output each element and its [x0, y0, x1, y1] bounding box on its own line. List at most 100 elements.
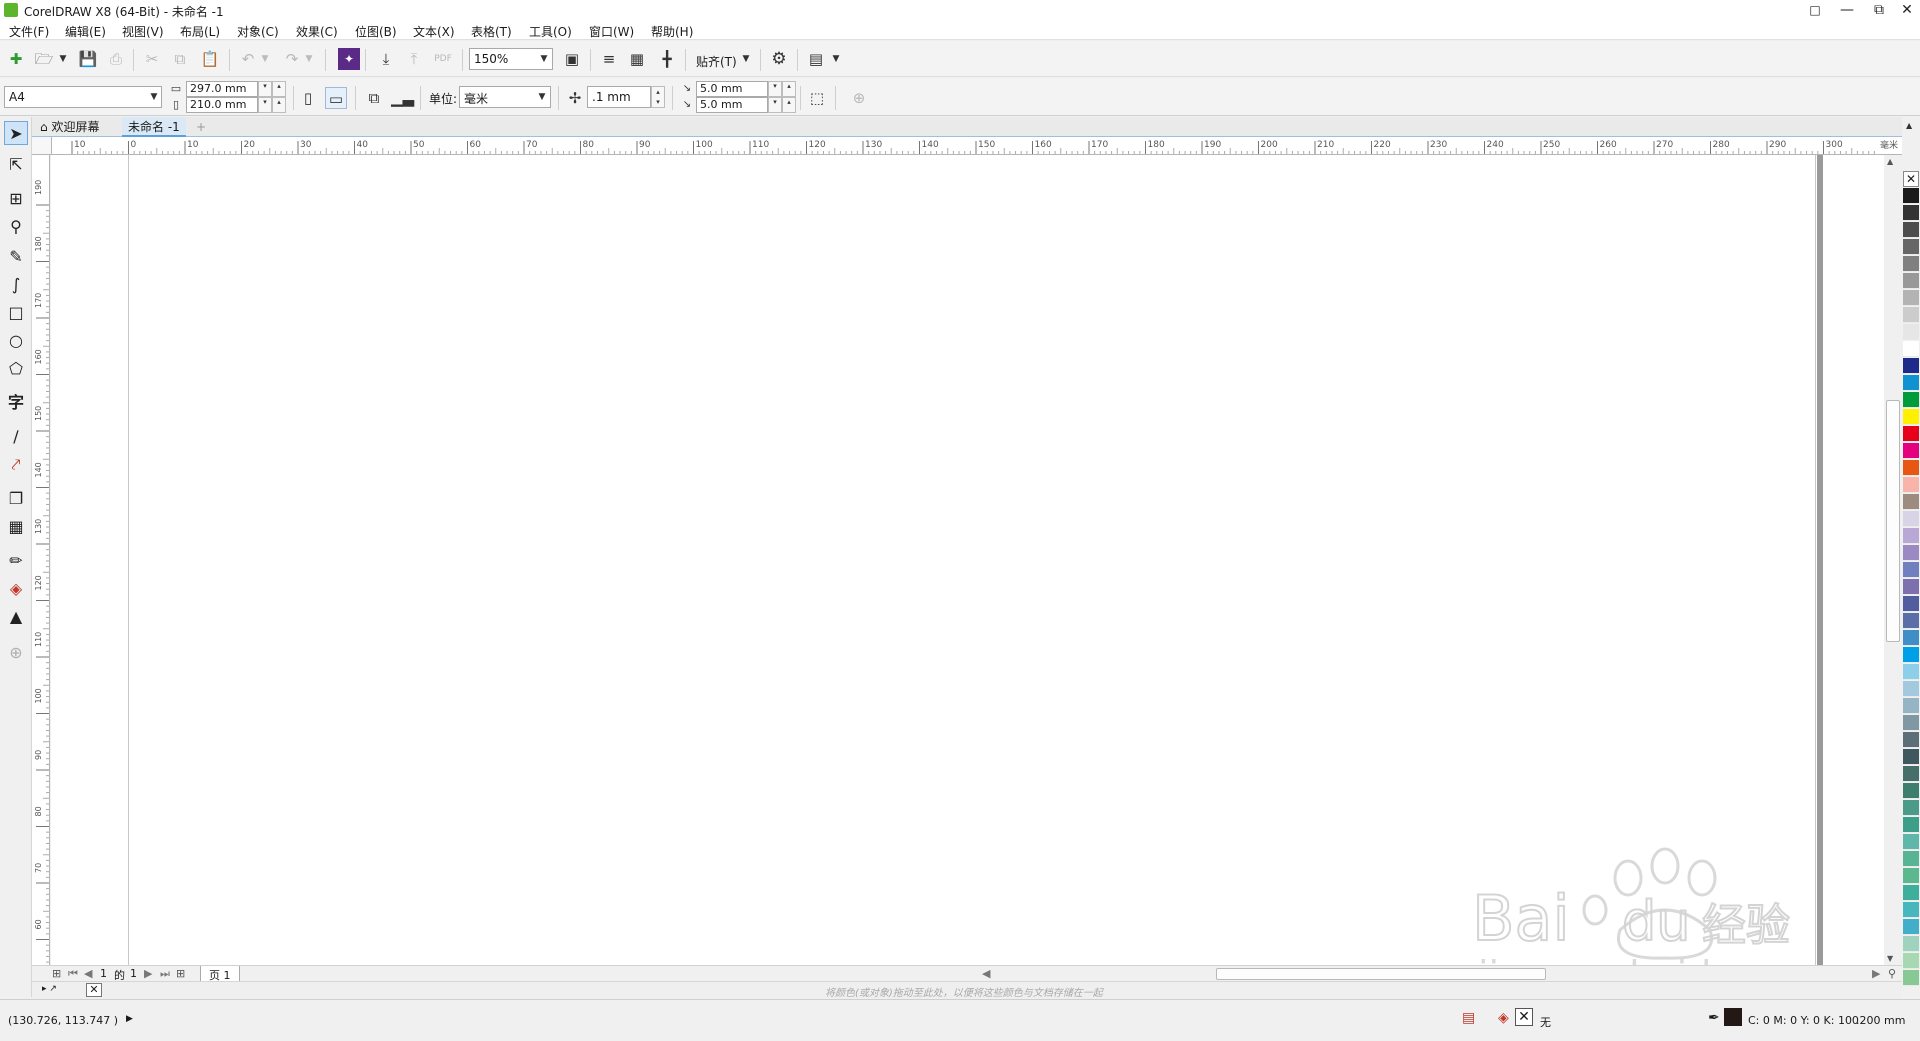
- last-page-icon[interactable]: ⏭: [160, 967, 170, 981]
- outline-pen-icon[interactable]: ✒: [1708, 1010, 1720, 1026]
- status-expand-icon[interactable]: ▶: [126, 1014, 133, 1024]
- crop-tool-icon[interactable]: ⊞: [4, 187, 28, 211]
- horizontal-scroll-thumb[interactable]: [1216, 968, 1546, 980]
- menu-view[interactable]: 视图(V): [122, 23, 164, 40]
- color-swatch[interactable]: [1903, 715, 1919, 731]
- menu-layout[interactable]: 布局(L): [180, 23, 220, 40]
- first-page-icon[interactable]: ⏮: [68, 967, 78, 981]
- color-swatch[interactable]: [1903, 647, 1919, 663]
- color-swatch[interactable]: [1903, 528, 1919, 544]
- cut-icon[interactable]: ✂: [141, 48, 163, 70]
- paste-icon[interactable]: 📋: [199, 48, 221, 70]
- page-size-select[interactable]: A4: [4, 86, 162, 108]
- nudge-spinner[interactable]: ▴ ▾: [651, 86, 665, 108]
- print-icon[interactable]: ⎙: [105, 48, 127, 70]
- color-swatch[interactable]: [1903, 613, 1919, 629]
- snap-dropdown-icon[interactable]: ▼: [740, 49, 752, 69]
- page-width-field[interactable]: 297.0 mm: [186, 81, 258, 97]
- color-swatch[interactable]: [1903, 426, 1919, 442]
- menu-file[interactable]: 文件(F): [9, 23, 49, 40]
- dup-x-spinner[interactable]: ▾: [768, 81, 782, 97]
- interactive-fill-tool-icon[interactable]: ◈: [4, 577, 28, 601]
- color-swatch[interactable]: [1903, 222, 1919, 238]
- color-eyedropper-tool-icon[interactable]: ✏: [4, 549, 28, 573]
- color-swatch[interactable]: [1903, 443, 1919, 459]
- scroll-down-icon[interactable]: ▼: [1887, 954, 1893, 963]
- menu-edit[interactable]: 编辑(E): [65, 23, 106, 40]
- color-swatch[interactable]: [1903, 273, 1919, 289]
- color-swatch[interactable]: [1903, 766, 1919, 782]
- color-swatch[interactable]: [1903, 460, 1919, 476]
- menu-effects[interactable]: 效果(C): [296, 23, 338, 40]
- color-swatch[interactable]: [1903, 630, 1919, 646]
- color-swatch[interactable]: [1903, 409, 1919, 425]
- color-swatch[interactable]: [1903, 239, 1919, 255]
- units-dropdown-icon[interactable]: ▼: [536, 87, 548, 107]
- menu-tools[interactable]: 工具(O): [529, 23, 572, 40]
- color-swatch[interactable]: [1903, 953, 1919, 969]
- color-swatch[interactable]: [1903, 511, 1919, 527]
- pick-tool-icon[interactable]: ➤: [4, 121, 28, 145]
- parallel-dimension-tool-icon[interactable]: ∕: [4, 425, 28, 449]
- smart-fill-tool-icon[interactable]: ▲: [4, 605, 28, 629]
- minimize-icon[interactable]: —: [1832, 0, 1862, 20]
- treat-as-filled-icon[interactable]: ⬚: [806, 87, 828, 109]
- duplicate-distance-x-field[interactable]: 5.0 mm: [696, 81, 768, 97]
- rectangle-tool-icon[interactable]: □: [4, 301, 28, 325]
- color-swatch[interactable]: [1903, 375, 1919, 391]
- color-swatch[interactable]: [1903, 902, 1919, 918]
- landscape-icon[interactable]: ▭: [325, 87, 347, 109]
- open-icon[interactable]: 🗁: [33, 48, 55, 70]
- close-icon[interactable]: ✕: [1892, 0, 1920, 20]
- duplicate-distance-y-field[interactable]: 5.0 mm: [696, 97, 768, 113]
- zoom-dropdown-icon[interactable]: ▼: [538, 49, 550, 69]
- color-swatch[interactable]: [1903, 817, 1919, 833]
- redo-dropdown-icon[interactable]: ▼: [303, 49, 315, 69]
- undo-dropdown-icon[interactable]: ▼: [259, 49, 271, 69]
- color-swatch[interactable]: [1903, 919, 1919, 935]
- new-document-icon[interactable]: ✚: [5, 48, 27, 70]
- color-swatch[interactable]: [1903, 681, 1919, 697]
- show-guidelines-icon[interactable]: ╋: [656, 48, 678, 70]
- publish-pdf-icon[interactable]: PDF: [432, 48, 454, 70]
- color-swatch[interactable]: [1903, 562, 1919, 578]
- page-height-field[interactable]: 210.0 mm: [186, 97, 258, 113]
- color-swatch[interactable]: [1903, 341, 1919, 357]
- ellipse-tool-icon[interactable]: ○: [4, 329, 28, 353]
- open-dropdown-icon[interactable]: ▼: [57, 49, 69, 69]
- color-swatch[interactable]: [1903, 256, 1919, 272]
- scroll-left-icon[interactable]: ◀: [982, 967, 990, 980]
- color-swatch[interactable]: [1903, 698, 1919, 714]
- restore-icon[interactable]: □: [1800, 0, 1830, 20]
- color-proof-icon[interactable]: ▤: [1462, 1010, 1475, 1026]
- tab-welcome-screen[interactable]: ⌂ 欢迎屏幕: [34, 117, 105, 137]
- drop-shadow-tool-icon[interactable]: ❐: [4, 487, 28, 511]
- color-swatch[interactable]: [1903, 664, 1919, 680]
- copy-icon[interactable]: ⧉: [169, 48, 191, 70]
- add-tab-icon[interactable]: +: [190, 117, 212, 137]
- color-swatch[interactable]: [1903, 885, 1919, 901]
- dup-x-spinner-up[interactable]: ▴: [782, 81, 796, 97]
- page-size-dropdown-icon[interactable]: ▼: [148, 87, 160, 107]
- vertical-ruler[interactable]: 190 180 170 160 150 140 130 120 110 100 90 80 70 60: [32, 155, 50, 965]
- palette-scroll-up-icon[interactable]: ▲: [1906, 121, 1912, 130]
- color-swatch[interactable]: [1903, 358, 1919, 374]
- zoom-nav-icon[interactable]: ⚲: [1888, 967, 1896, 980]
- ruler-origin[interactable]: [32, 137, 52, 155]
- import-icon[interactable]: ⤓: [375, 48, 397, 70]
- next-page-icon[interactable]: ▶: [144, 967, 152, 980]
- color-swatch[interactable]: [1903, 477, 1919, 493]
- export-icon[interactable]: ⤒: [403, 48, 425, 70]
- polygon-tool-icon[interactable]: ⬠: [4, 357, 28, 381]
- full-screen-preview-icon[interactable]: ▣: [561, 48, 583, 70]
- color-swatch[interactable]: [1903, 936, 1919, 952]
- width-spinner[interactable]: ▾: [258, 81, 272, 97]
- horizontal-ruler[interactable]: 10 0 10 20 30 40 50 60 70 80 90 100 110 120 130 140 150 1…: [52, 137, 1902, 155]
- color-swatch[interactable]: [1903, 188, 1919, 204]
- application-launcher-icon[interactable]: ▤: [805, 48, 827, 70]
- color-swatch[interactable]: [1903, 970, 1919, 986]
- save-icon[interactable]: 💾: [77, 48, 99, 70]
- current-page-icon[interactable]: ▁▃: [391, 87, 414, 109]
- connector-tool-icon[interactable]: ⤤: [4, 453, 28, 477]
- dup-y-spinner-up[interactable]: ▴: [782, 97, 796, 113]
